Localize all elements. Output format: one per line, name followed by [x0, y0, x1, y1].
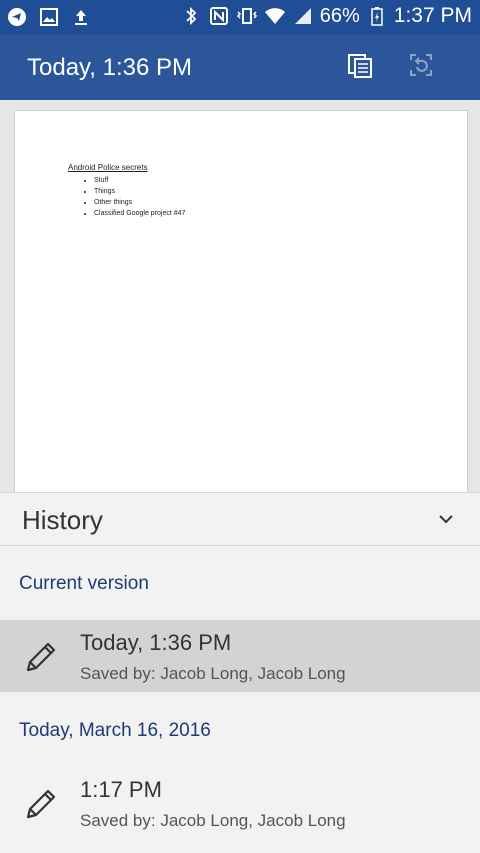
document-pages-icon — [346, 51, 374, 84]
battery-charging-icon — [366, 5, 388, 27]
document-page: Android Police secrets Stuff Things Othe… — [14, 110, 468, 492]
section-label-date: Today, March 16, 2016 — [19, 720, 211, 741]
version-saved-by: Saved by: Jacob Long, Jacob Long — [80, 811, 346, 830]
status-bar: 66% 1:37 PM — [0, 0, 480, 34]
restore-icon — [407, 51, 435, 84]
nfc-icon — [208, 5, 230, 27]
vibrate-icon — [236, 5, 258, 27]
app-bar-title: Today, 1:36 PM — [27, 54, 192, 81]
battery-percent: 66% — [319, 4, 360, 27]
version-time: Today, 1:36 PM — [80, 630, 232, 655]
version-item-current[interactable]: Today, 1:36 PM Saved by: Jacob Long, Jac… — [0, 620, 480, 692]
app-bar: Today, 1:36 PM — [0, 34, 480, 100]
list-item: Classified Google project #47 — [94, 208, 185, 219]
history-title: History — [22, 505, 103, 535]
wifi-icon — [264, 5, 286, 27]
document-title: Android Police secrets — [68, 163, 148, 172]
telegram-icon — [6, 6, 28, 28]
signal-icon — [292, 5, 314, 27]
gallery-icon — [38, 6, 60, 28]
list-item: Stuff — [94, 175, 185, 186]
list-item: Other things — [94, 197, 185, 208]
document-pages-button[interactable] — [343, 50, 377, 84]
upload-icon — [70, 6, 92, 28]
version-item[interactable]: 1:17 PM Saved by: Jacob Long, Jacob Long — [0, 767, 480, 839]
section-label-current-version: Current version — [19, 573, 149, 594]
status-system: 66% 1:37 PM — [180, 4, 472, 28]
pencil-icon — [20, 783, 60, 823]
status-time: 1:37 PM — [393, 4, 472, 27]
chevron-down-icon[interactable] — [436, 509, 456, 529]
list-item: Things — [94, 186, 185, 197]
document-list: Stuff Things Other things Classified Goo… — [78, 175, 185, 219]
history-header[interactable]: History — [0, 492, 480, 546]
status-notifications — [6, 6, 92, 28]
restore-version-button[interactable] — [404, 50, 438, 84]
document-preview[interactable]: Android Police secrets Stuff Things Othe… — [0, 100, 480, 492]
version-time: 1:17 PM — [80, 777, 162, 802]
version-saved-by: Saved by: Jacob Long, Jacob Long — [80, 664, 346, 683]
pencil-icon — [20, 636, 60, 676]
bluetooth-icon — [180, 5, 202, 27]
